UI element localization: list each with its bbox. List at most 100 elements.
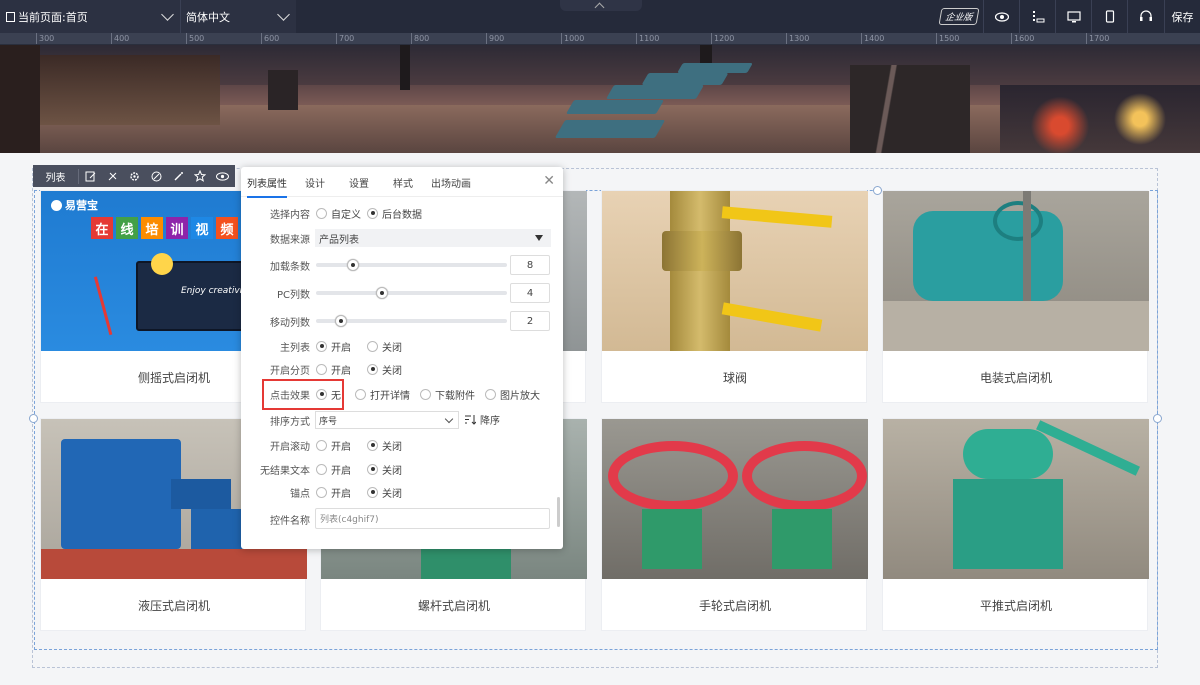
tab-settings[interactable]: 设置: [349, 175, 369, 190]
control-type-label: 列表: [33, 168, 79, 184]
edit-button[interactable]: [79, 165, 101, 187]
tab-design[interactable]: 设计: [305, 175, 325, 190]
radio-click-open-detail[interactable]: 打开详情: [355, 387, 410, 402]
slider-knob[interactable]: [335, 315, 347, 327]
language-label: 简体中文: [186, 10, 230, 24]
ruler-tick: 1000: [561, 33, 584, 44]
radio-scroll-on[interactable]: 开启: [316, 438, 351, 453]
support-button[interactable]: [1127, 0, 1163, 33]
title-char: 线: [116, 217, 138, 239]
product-image: [602, 419, 868, 579]
ruler-tick: 400: [111, 33, 129, 44]
panel-scrollbar[interactable]: [557, 497, 560, 527]
product-name: 电装式启闭机: [979, 371, 1052, 385]
brand-logo: 易营宝: [51, 197, 98, 213]
sort-descending-icon: [465, 415, 476, 425]
load-count-input[interactable]: 8: [510, 255, 550, 275]
radio-pagination-off[interactable]: 关闭: [367, 362, 402, 377]
radio-main-list-off[interactable]: 关闭: [367, 339, 402, 354]
mobile-view-button[interactable]: [1091, 0, 1127, 33]
layers-icon: [1032, 10, 1044, 22]
product-image: [883, 419, 1149, 579]
product-card[interactable]: 平推式启闭机: [882, 418, 1149, 631]
slider-knob[interactable]: [376, 287, 388, 299]
product-card[interactable]: 球阀: [601, 190, 868, 403]
link-icon: [108, 172, 116, 180]
magic-wand-icon: [174, 171, 183, 180]
caret-down-icon: [535, 235, 543, 241]
resize-handle-top[interactable]: [873, 186, 882, 195]
close-icon[interactable]: ✕: [543, 173, 555, 189]
radio-backend-data[interactable]: 后台数据: [367, 206, 422, 221]
pagination-row: 开启分页 开启 关闭: [241, 359, 563, 379]
preview-button[interactable]: [983, 0, 1019, 33]
eye-icon: [994, 11, 1009, 22]
radio-no-result-off[interactable]: 关闭: [367, 462, 402, 477]
animation-button[interactable]: [167, 165, 189, 187]
ruler-tick: 1400: [861, 33, 884, 44]
monitor-icon: [1066, 10, 1081, 22]
product-image: [602, 191, 868, 351]
radio-click-download[interactable]: 下载附件: [420, 387, 475, 402]
product-card[interactable]: 手轮式启闭机: [601, 418, 868, 631]
radio-scroll-off[interactable]: 关闭: [367, 438, 402, 453]
slider-knob[interactable]: [347, 259, 359, 271]
language-select[interactable]: 简体中文: [180, 0, 296, 33]
radio-no-result-on[interactable]: 开启: [316, 462, 351, 477]
data-source-select[interactable]: 产品列表: [315, 229, 551, 247]
resize-handle-left[interactable]: [29, 414, 38, 423]
collapse-toolbar-tab[interactable]: [560, 0, 642, 13]
banner-title: 在线培训视频: [91, 217, 238, 239]
radio-main-list-on[interactable]: 开启: [316, 339, 351, 354]
pc-columns-input[interactable]: 4: [510, 283, 550, 303]
current-page-select[interactable]: 当前页面:首页: [0, 0, 180, 33]
banner-image: [0, 45, 1200, 153]
tab-entrance-animation[interactable]: 出场动画: [431, 175, 471, 190]
tab-list-properties[interactable]: 列表属性: [247, 175, 287, 198]
radio-click-zoom[interactable]: 图片放大: [485, 387, 540, 402]
title-char: 在: [91, 217, 113, 239]
resize-handle-right[interactable]: [1153, 414, 1162, 423]
product-card[interactable]: 电装式启闭机: [882, 190, 1149, 403]
product-name: 液压式启闭机: [137, 599, 210, 613]
save-button[interactable]: 保存: [1164, 0, 1200, 33]
chevron-down-icon: [277, 8, 290, 21]
mobile-columns-input[interactable]: 2: [510, 311, 550, 331]
product-image: [883, 191, 1149, 351]
visibility-button[interactable]: [211, 165, 233, 187]
load-count-slider[interactable]: [316, 259, 507, 271]
title-char: 培: [141, 217, 163, 239]
ruler-tick: 1500: [936, 33, 959, 44]
layers-button[interactable]: [1019, 0, 1055, 33]
horizontal-ruler: 300 400 500 600 700 800 900 1000 1100 1200 1300 140…: [0, 33, 1200, 45]
list-properties-panel: 列表属性 设计 设置 样式 出场动画 ✕ 选择内容 自定义 后台数据 数据来源 …: [241, 167, 563, 549]
tab-style[interactable]: 样式: [393, 175, 413, 190]
panel-tabs: 列表属性 设计 设置 样式 出场动画 ✕: [241, 167, 563, 198]
ruler-tick: 700: [336, 33, 354, 44]
link-button[interactable]: [101, 165, 123, 187]
content-source-row: 选择内容 自定义 后台数据: [241, 203, 563, 223]
settings-button[interactable]: [123, 165, 145, 187]
pc-columns-slider[interactable]: [316, 287, 507, 299]
radio-pagination-on[interactable]: 开启: [316, 362, 351, 377]
phone-icon: [1105, 10, 1114, 23]
radio-anchor-on[interactable]: 开启: [316, 485, 351, 500]
control-name-input[interactable]: 列表(c4ghif7): [315, 508, 550, 529]
sort-order-toggle[interactable]: 降序: [464, 412, 500, 427]
anchor-row: 锚点 开启 关闭: [241, 482, 563, 502]
ruler-tick: 800: [411, 33, 429, 44]
favorite-button[interactable]: [189, 165, 211, 187]
gear-icon: [129, 171, 139, 181]
palette-icon: [151, 171, 161, 181]
desktop-view-button[interactable]: [1055, 0, 1091, 33]
sort-select[interactable]: 序号: [315, 411, 459, 429]
star-icon: [194, 170, 206, 182]
radio-anchor-off[interactable]: 关闭: [367, 485, 402, 500]
product-name: 球阀: [722, 371, 747, 385]
ruler-tick: 500: [186, 33, 204, 44]
current-page-label: 当前页面:首页: [18, 10, 88, 24]
style-button[interactable]: [145, 165, 167, 187]
highlight-box: [262, 379, 344, 410]
mobile-columns-slider[interactable]: [316, 315, 507, 327]
radio-custom[interactable]: 自定义: [316, 206, 361, 221]
